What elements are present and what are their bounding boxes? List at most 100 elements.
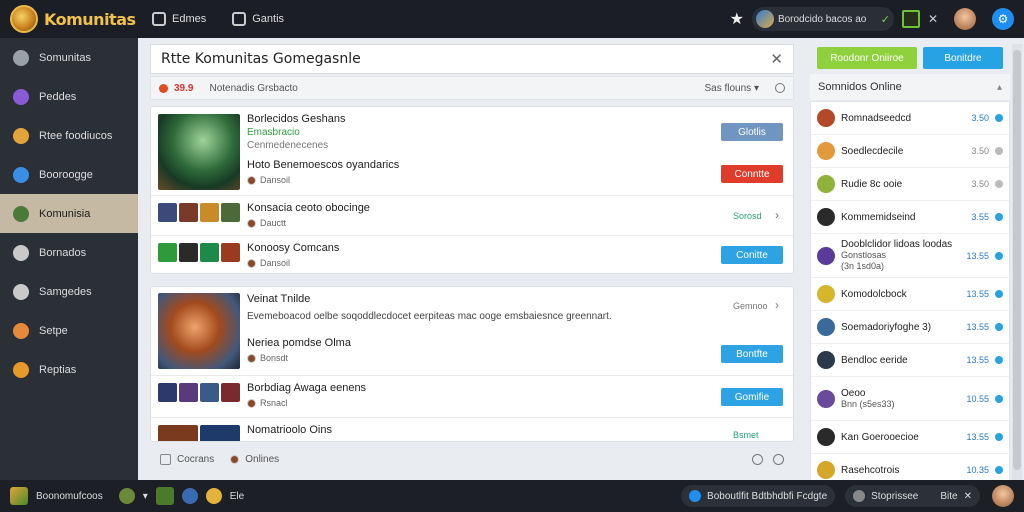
- avatar[interactable]: [817, 142, 835, 160]
- filter-label[interactable]: Notenadis Grsbacto: [209, 83, 297, 94]
- item-status[interactable]: Gemnoo: [733, 301, 768, 311]
- sidebar-item-4[interactable]: Komunisia: [0, 194, 138, 233]
- chevron-up-icon[interactable]: ▴: [997, 82, 1002, 93]
- sort-dropdown[interactable]: Sas flouns ▾: [704, 83, 759, 94]
- refresh-icon[interactable]: [752, 453, 763, 465]
- item-button[interactable]: Conntte: [721, 165, 783, 183]
- sidebar-item-8[interactable]: Reptias: [0, 350, 138, 389]
- chat-icon[interactable]: [160, 453, 171, 465]
- item-title[interactable]: Borlecidos Geshans: [247, 113, 345, 125]
- star-icon[interactable]: ★: [730, 9, 744, 29]
- info-icon[interactable]: [775, 83, 785, 93]
- item-button[interactable]: Conitte: [721, 246, 783, 264]
- online-user-sub: Bnn (s5es33): [841, 398, 895, 409]
- check-icon[interactable]: ✓: [881, 13, 890, 26]
- avatar[interactable]: [817, 428, 835, 446]
- online-user-count: 3.50: [971, 179, 989, 189]
- avatar-icon[interactable]: [118, 488, 135, 504]
- item-button[interactable]: Gomifie: [721, 388, 783, 406]
- sidebar-item-7[interactable]: Setpe: [0, 311, 138, 350]
- chevron-right-icon[interactable]: ›: [775, 208, 779, 222]
- green-square-icon[interactable]: [901, 10, 920, 28]
- settings-icon[interactable]: [773, 453, 784, 465]
- avatar[interactable]: [817, 109, 835, 127]
- sidebar-item-6[interactable]: Samgedes: [0, 272, 138, 311]
- grid-icon[interactable]: [232, 12, 247, 26]
- sidebar-item-5[interactable]: Bornados: [0, 233, 138, 272]
- item-status[interactable]: Sorosd: [733, 211, 762, 221]
- item-title[interactable]: Nomatrioolo Oins: [247, 424, 332, 436]
- sidebar-item-label: Peddes: [39, 90, 77, 103]
- sidebar-item-1[interactable]: Peddes: [0, 77, 138, 116]
- item-button[interactable]: Bontfte: [721, 345, 783, 363]
- item-title[interactable]: Hoto Benemoescos oyandarics: [247, 159, 399, 171]
- online-user-item[interactable]: Komodolcbock 13.55: [811, 278, 1009, 311]
- item-title[interactable]: Neriea pomdse Olma: [247, 337, 351, 349]
- close-icon[interactable]: ✕: [928, 12, 938, 26]
- online-user-item[interactable]: Dooblclidor lidoas loodas Gonstlosas (3n 1…: [811, 234, 1009, 278]
- chat-icon[interactable]: [152, 12, 166, 26]
- user-avatar[interactable]: [992, 485, 1014, 507]
- list-item[interactable]: Nomatrioolo Oins Bsmet: [151, 417, 793, 441]
- scrollbar-thumb[interactable]: [1013, 50, 1021, 470]
- secondary-action-button[interactable]: Bonitdre: [923, 47, 1003, 69]
- list-item[interactable]: Veinat Tnilde Evemeboacod oelbe soqoddle…: [151, 287, 793, 373]
- item-button[interactable]: Glotlis: [721, 123, 783, 141]
- online-user-item[interactable]: Soedlecdecile 3.50: [811, 135, 1009, 168]
- taskbar-app-label[interactable]: Boonomufcoos: [36, 491, 103, 502]
- online-user-count: 10.35: [966, 465, 989, 475]
- top-nav-item-1[interactable]: Gantis: [252, 13, 284, 25]
- sort-label: Sas flouns: [704, 82, 752, 94]
- avatar[interactable]: [817, 461, 835, 479]
- primary-action-button[interactable]: Roodonr Oniiroe: [817, 47, 917, 69]
- sidebar-item-2[interactable]: Rtee foodiucos: [0, 116, 138, 155]
- scrollbar[interactable]: [1012, 44, 1022, 480]
- list-item[interactable]: Borlecidos Geshans Emasbracio Cenmedenec…: [151, 107, 793, 193]
- sidebar-item-0[interactable]: Somunitas: [0, 38, 138, 77]
- online-user-item[interactable]: Kan Goerooecioe 13.55: [811, 421, 1009, 454]
- sidebar-item-3[interactable]: Booroogge: [0, 155, 138, 194]
- user-avatar[interactable]: [954, 8, 976, 30]
- online-user-item[interactable]: Kommemidseind 3.55: [811, 201, 1009, 234]
- hero-thumbnail[interactable]: [158, 293, 240, 369]
- avatar[interactable]: [817, 285, 835, 303]
- item-title[interactable]: Konsacia ceoto obocinge: [247, 202, 370, 214]
- footer-left-label[interactable]: Cocrans: [177, 454, 214, 465]
- notification-pill[interactable]: Boboutlfit Bdtbhdbfi Fcdgte: [681, 485, 836, 507]
- close-icon[interactable]: ✕: [770, 50, 783, 68]
- online-user-item[interactable]: Rudie 8c ooie 3.50: [811, 168, 1009, 201]
- app-logo[interactable]: Komunitas: [0, 5, 138, 33]
- top-nav-item-0[interactable]: Edmes: [172, 13, 206, 25]
- item-title[interactable]: Konoosy Comcans: [247, 242, 339, 254]
- app-icon[interactable]: [10, 487, 28, 505]
- thumbnail-strip: [158, 425, 240, 441]
- close-icon[interactable]: ✕: [964, 491, 972, 502]
- avatar[interactable]: [817, 318, 835, 336]
- coin-icon[interactable]: [205, 488, 222, 504]
- avatar[interactable]: [817, 175, 835, 193]
- item-title[interactable]: Veinat Tnilde: [247, 293, 787, 305]
- alert-dot-icon: [159, 83, 168, 93]
- list-item[interactable]: Konsacia ceoto obocinge Dauctt Sorosd ›: [151, 195, 793, 235]
- online-user-item[interactable]: Bendloc eeride 13.55: [811, 344, 1009, 377]
- footer-right-label[interactable]: Onlines: [245, 454, 279, 465]
- chevron-right-icon[interactable]: ›: [775, 298, 779, 312]
- online-user-item[interactable]: Soemadoriyfoghe 3) 13.55: [811, 311, 1009, 344]
- list-item[interactable]: Konoosy Comcans Dansoil Conitte: [151, 235, 793, 275]
- online-user-item[interactable]: Romnadseedcd 3.50: [811, 102, 1009, 135]
- avatar[interactable]: [817, 208, 835, 226]
- avatar[interactable]: [817, 389, 835, 408]
- avatar[interactable]: [817, 246, 835, 265]
- item-title[interactable]: Borbdiag Awaga eenens: [247, 382, 366, 394]
- online-user-item[interactable]: Oeoo Bnn (s5es33) 10.55: [811, 377, 1009, 421]
- avatar[interactable]: [817, 351, 835, 369]
- character-icon[interactable]: [155, 487, 174, 505]
- chevron-down-icon[interactable]: ▾: [143, 491, 148, 502]
- item-status[interactable]: Bsmet: [733, 430, 759, 440]
- settings-icon[interactable]: ⚙: [992, 8, 1014, 30]
- list-item[interactable]: Borbdiag Awaga eenens Rsnacl Gomifie: [151, 375, 793, 415]
- top-search-bar[interactable]: Borodcido bacos ao ✓: [751, 7, 894, 31]
- status-pill[interactable]: Stoprissee Bite ✕: [845, 485, 980, 507]
- hero-thumbnail[interactable]: [158, 114, 240, 190]
- globe-icon[interactable]: [181, 488, 198, 504]
